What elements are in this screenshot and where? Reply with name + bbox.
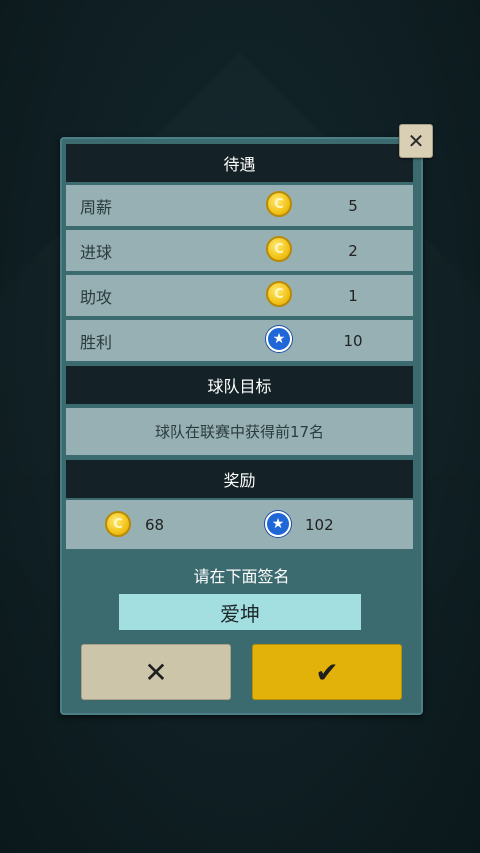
- reward-coins-value: 68: [145, 516, 165, 534]
- reward-row: C 68 ★ 102: [66, 500, 413, 549]
- row-value: 5: [348, 196, 358, 215]
- sign-prompt: 请在下面签名: [193, 567, 290, 586]
- coin-icon: C: [266, 236, 292, 262]
- row-label: 周薪: [80, 197, 113, 217]
- reject-button[interactable]: ✕: [81, 644, 231, 700]
- coin-icon: C: [105, 511, 131, 537]
- treatment-header: 待遇: [66, 144, 413, 182]
- row-value: 10: [343, 331, 363, 350]
- star-icon: ★: [265, 511, 291, 537]
- row-value: 1: [348, 286, 358, 305]
- signature-field[interactable]: 爱坤: [119, 594, 361, 630]
- close-icon: ✕: [144, 655, 168, 689]
- reward-stars-value: 102: [305, 516, 334, 534]
- row-assist-bonus: 助攻 C 1: [66, 275, 413, 316]
- coin-icon: C: [266, 281, 292, 307]
- close-button[interactable]: ✕: [399, 124, 433, 158]
- row-weekly-salary: 周薪 C 5: [66, 185, 413, 226]
- checkmark-icon: ✔: [315, 655, 339, 689]
- row-label: 胜利: [80, 332, 113, 352]
- row-goal-bonus: 进球 C 2: [66, 230, 413, 271]
- reward-header: 奖励: [66, 460, 413, 498]
- row-label: 助攻: [80, 287, 113, 307]
- row-win-bonus: 胜利 ★ 10: [66, 320, 413, 361]
- team-goal-text: 球队在联赛中获得前17名: [66, 408, 413, 455]
- close-icon: ✕: [407, 129, 425, 153]
- accept-button[interactable]: ✔: [252, 644, 402, 700]
- team-goal-header: 球队目标: [66, 366, 413, 404]
- star-icon: ★: [266, 326, 292, 352]
- coin-icon: C: [266, 191, 292, 217]
- row-label: 进球: [80, 242, 113, 262]
- row-value: 2: [348, 241, 358, 260]
